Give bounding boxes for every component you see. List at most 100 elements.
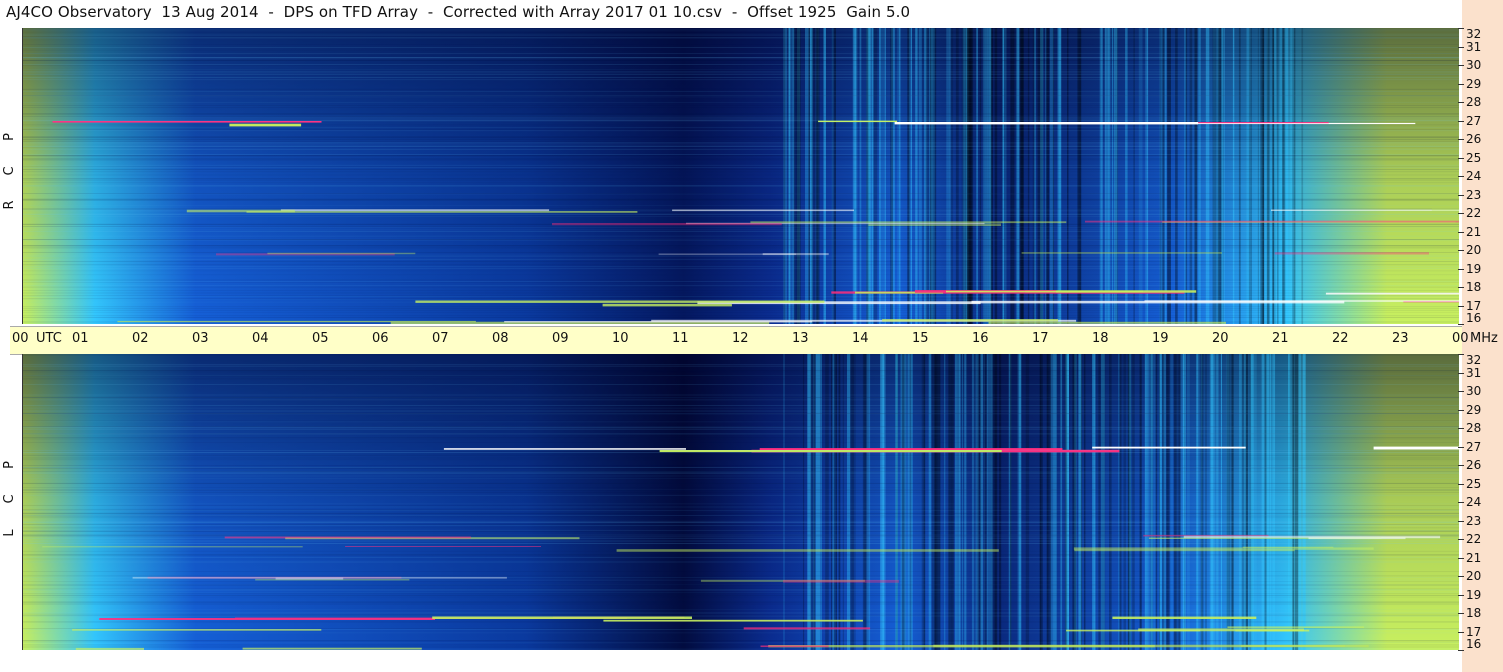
spectrogram-row	[23, 615, 1459, 617]
spectrogram-column	[1266, 28, 1270, 324]
interference-line	[1373, 446, 1459, 450]
spectrogram-column	[866, 28, 870, 324]
spectrogram-column	[1184, 28, 1186, 324]
spectrogram-row	[23, 629, 1459, 630]
spectrogram-column	[991, 354, 993, 650]
mhz-unit-label: MHz	[1470, 331, 1498, 346]
spectrogram-row	[23, 407, 1459, 409]
spectrogram-column	[810, 28, 813, 324]
utc-tick-label: 14	[852, 331, 869, 346]
spectrogram-row	[23, 154, 1459, 155]
interference-line	[1144, 300, 1459, 302]
spectrogram-row	[23, 213, 1459, 215]
frequency-tick-mark	[1458, 446, 1464, 448]
spectrogram-row	[23, 120, 1459, 122]
spectrogram-column	[1213, 354, 1217, 650]
spectrogram-column	[810, 354, 813, 650]
spectrogram-column	[944, 354, 946, 650]
spectrogram-row	[23, 245, 1459, 246]
spectrogram-column	[831, 28, 834, 324]
interference-line	[432, 616, 692, 619]
spectrogram-column	[1101, 354, 1106, 650]
spectrogram-row	[23, 91, 1459, 92]
spectrogram-row	[23, 281, 1459, 282]
spectrogram-column	[1184, 354, 1186, 650]
frequency-tick-label: 18	[1466, 606, 1482, 620]
utc-tick-label: 16	[972, 331, 989, 346]
spectrogram-column	[1194, 28, 1198, 324]
spectrogram-row	[23, 298, 1459, 300]
spectrogram-row	[23, 29, 1459, 30]
spectrogram-row	[23, 299, 1459, 300]
spectrogram-row	[23, 235, 1459, 237]
spectrogram-row	[23, 258, 1459, 260]
spectrogram-row	[23, 505, 1459, 506]
spectrogram-row	[23, 143, 1459, 145]
spectrogram-row	[23, 454, 1459, 456]
spectrogram-row	[23, 148, 1459, 150]
spectrogram-column	[1175, 354, 1179, 650]
spectrogram-row	[23, 223, 1459, 225]
spectrogram-row	[23, 515, 1459, 517]
frequency-tick-mark	[1458, 557, 1464, 559]
spectrogram-row	[23, 394, 1459, 396]
spectrogram-column	[823, 28, 826, 324]
interference-line	[602, 303, 732, 307]
spectrogram-row	[23, 124, 1459, 126]
spectrogram-row	[23, 364, 1459, 365]
spectrogram-column	[965, 28, 967, 324]
spectrogram-row	[23, 77, 1459, 78]
spectrogram-row	[23, 426, 1459, 428]
spectrogram-row	[23, 95, 1459, 97]
utc-tick-label: 18	[1092, 331, 1109, 346]
spectrogram-row	[23, 405, 1459, 406]
spectrogram-row	[23, 130, 1459, 132]
rcp-label: P C R	[0, 120, 20, 222]
spectrogram-row	[23, 296, 1459, 297]
utc-tick-label: 15	[912, 331, 929, 346]
spectrogram-column	[928, 354, 932, 650]
spectrogram-column	[898, 28, 901, 324]
spectrogram-row	[23, 55, 1459, 57]
interference-line	[1227, 626, 1365, 628]
utc-tick-label: 10	[612, 331, 629, 346]
spectrogram-row	[23, 147, 1459, 148]
spectrogram-row	[23, 47, 1459, 48]
utc-tick-label: 00	[1452, 331, 1469, 346]
spectrogram-column	[994, 354, 998, 650]
spectrogram-column	[787, 28, 791, 324]
spectrogram-column	[1146, 28, 1149, 324]
spectrogram-column	[1027, 28, 1030, 324]
spectrogram-row	[23, 200, 1459, 201]
spectrogram-row	[23, 492, 1459, 493]
spectrogram-row	[23, 74, 1459, 76]
frequency-tick-label: 31	[1466, 39, 1482, 54]
spectrogram-row	[23, 538, 1459, 539]
spectrogram-row	[23, 226, 1459, 227]
spectrogram-row	[23, 531, 1459, 532]
frequency-tick-label: 30	[1466, 58, 1482, 72]
spectrogram-column	[1100, 28, 1103, 324]
spectrogram-row	[23, 475, 1459, 477]
spectrogram-column	[1053, 354, 1057, 650]
interference-line	[894, 122, 1199, 125]
spectrogram-column	[971, 354, 975, 650]
spectrogram-row	[23, 174, 1459, 176]
spectrogram-column	[805, 28, 809, 324]
spectrogram-column	[946, 28, 950, 324]
chart-title: AJ4CO Observatory 13 Aug 2014 - DPS on T…	[6, 3, 911, 21]
spectrogram-column	[908, 354, 911, 650]
spectrogram-column	[803, 354, 805, 650]
spectrogram-row	[23, 290, 1459, 291]
spectrogram-row	[23, 316, 1459, 318]
rcp-spectrogram	[22, 28, 1459, 324]
spectrogram-column	[1290, 28, 1294, 324]
spectrogram-row	[23, 494, 1459, 496]
spectrogram-row	[23, 622, 1459, 623]
spectrogram-column	[915, 28, 918, 324]
frequency-tick-mark	[1458, 102, 1464, 103]
spectrogram-row	[23, 641, 1459, 643]
spectrogram-row	[23, 71, 1459, 72]
spectrogram-row	[23, 642, 1459, 644]
spectrogram-column	[847, 354, 851, 650]
